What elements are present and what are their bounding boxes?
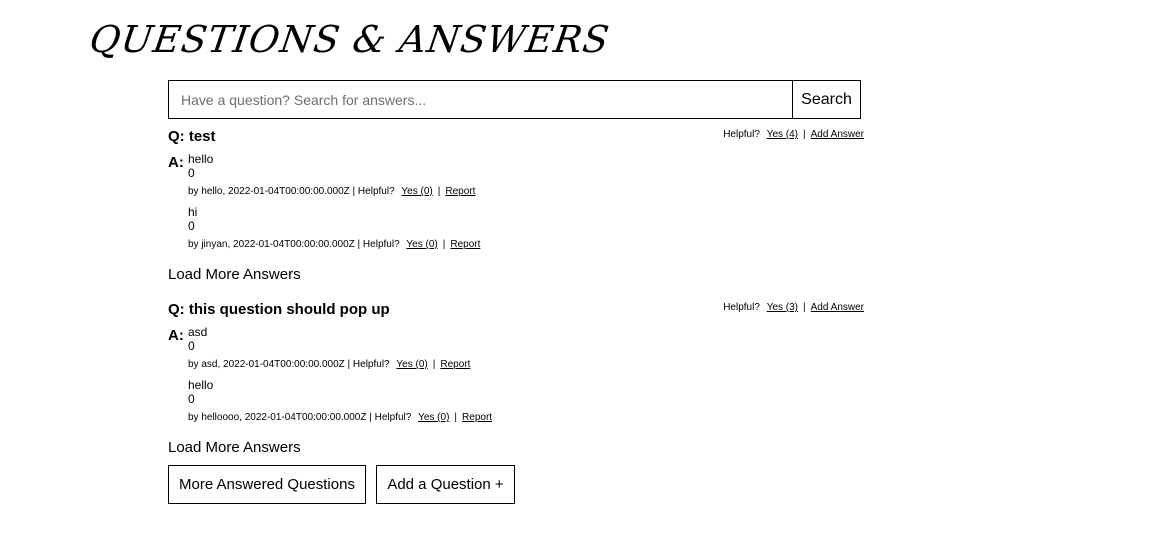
- answer-body: hi: [188, 205, 198, 219]
- answer-meta: by jinyan, 2022-01-04T00:00:00.000Z | He…: [188, 239, 864, 250]
- answer-list: A: asd 0 by asd, 2022-01-04T00:00:00.000…: [168, 325, 864, 423]
- answer-meta-text: by hello, 2022-01-04T00:00:00.000Z | Hel…: [188, 186, 395, 197]
- separator: |: [803, 129, 806, 140]
- answer-meta-text: by helloooo, 2022-01-04T00:00:00.000Z | …: [188, 412, 412, 423]
- load-more-answers-button[interactable]: Load More Answers: [168, 439, 864, 456]
- helpful-yes-link[interactable]: Yes (3): [767, 302, 798, 313]
- question-actions: More Answered Questions Add a Question +: [168, 465, 515, 504]
- helpful-yes-link[interactable]: Yes (4): [767, 129, 798, 140]
- helpful-label: Helpful?: [723, 302, 760, 313]
- separator: |: [432, 359, 436, 370]
- answer-votes: 0: [188, 219, 195, 233]
- answer-body: hello: [188, 152, 214, 166]
- add-question-button[interactable]: Add a Question +: [376, 465, 515, 504]
- more-answered-questions-button[interactable]: More Answered Questions: [168, 465, 366, 504]
- answer-item: hello 0 by hello, 2022-01-04T00:00:00.00…: [188, 152, 864, 197]
- answer-helpful-yes-link[interactable]: Yes (0): [418, 412, 449, 423]
- answer-item: hello 0 by helloooo, 2022-01-04T00:00:00…: [188, 378, 864, 423]
- answer-body: hello: [188, 378, 214, 392]
- add-answer-link[interactable]: Add Answer: [811, 129, 864, 140]
- question-text: Q: test: [168, 128, 216, 145]
- load-more-answers-button[interactable]: Load More Answers: [168, 266, 864, 283]
- answer-votes: 0: [188, 339, 195, 353]
- question-meta: Helpful? Yes (4) | Add Answer: [723, 129, 864, 140]
- answer-helpful-yes-link[interactable]: Yes (0): [401, 186, 432, 197]
- helpful-label: Helpful?: [723, 129, 760, 140]
- search-button[interactable]: Search: [792, 80, 861, 119]
- answer-item: asd 0 by asd, 2022-01-04T00:00:00.000Z |…: [188, 325, 864, 370]
- answer-meta: by asd, 2022-01-04T00:00:00.000Z | Helpf…: [188, 359, 864, 370]
- answer-label: A:: [168, 327, 184, 344]
- question-item: Q: this question should pop up Helpful? …: [168, 301, 864, 456]
- separator: |: [454, 412, 458, 423]
- answer-item: hi 0 by jinyan, 2022-01-04T00:00:00.000Z…: [188, 205, 864, 250]
- answer-votes: 0: [188, 392, 195, 406]
- page-title: QUESTIONS & ANSWERS: [86, 18, 613, 61]
- answer-meta-text: by jinyan, 2022-01-04T00:00:00.000Z | He…: [188, 239, 400, 250]
- report-link[interactable]: Report: [440, 359, 470, 370]
- answer-label: A:: [168, 154, 184, 171]
- report-link[interactable]: Report: [445, 186, 475, 197]
- answer-meta-text: by asd, 2022-01-04T00:00:00.000Z | Helpf…: [188, 359, 390, 370]
- question-item: Q: test Helpful? Yes (4) | Add Answer A: h…: [168, 128, 864, 283]
- answer-votes: 0: [188, 166, 195, 180]
- add-answer-link[interactable]: Add Answer: [811, 302, 864, 313]
- separator: |: [803, 302, 806, 313]
- question-header: Q: this question should pop up Helpful? …: [168, 301, 864, 323]
- answer-list: A: hello 0 by hello, 2022-01-04T00:00:00…: [168, 152, 864, 250]
- report-link[interactable]: Report: [450, 239, 480, 250]
- question-meta: Helpful? Yes (3) | Add Answer: [723, 302, 864, 313]
- question-text: Q: this question should pop up: [168, 301, 390, 318]
- answer-meta: by helloooo, 2022-01-04T00:00:00.000Z | …: [188, 412, 864, 423]
- qa-page: QUESTIONS & ANSWERS Search Q: test Helpf…: [0, 0, 1174, 549]
- answer-helpful-yes-link[interactable]: Yes (0): [406, 239, 437, 250]
- search-input[interactable]: [168, 80, 792, 119]
- answer-body: asd: [188, 325, 208, 339]
- search-bar: Search: [168, 80, 861, 119]
- separator: |: [437, 186, 441, 197]
- answer-helpful-yes-link[interactable]: Yes (0): [396, 359, 427, 370]
- answer-meta: by hello, 2022-01-04T00:00:00.000Z | Hel…: [188, 186, 864, 197]
- report-link[interactable]: Report: [462, 412, 492, 423]
- separator: |: [442, 239, 446, 250]
- question-header: Q: test Helpful? Yes (4) | Add Answer: [168, 128, 864, 150]
